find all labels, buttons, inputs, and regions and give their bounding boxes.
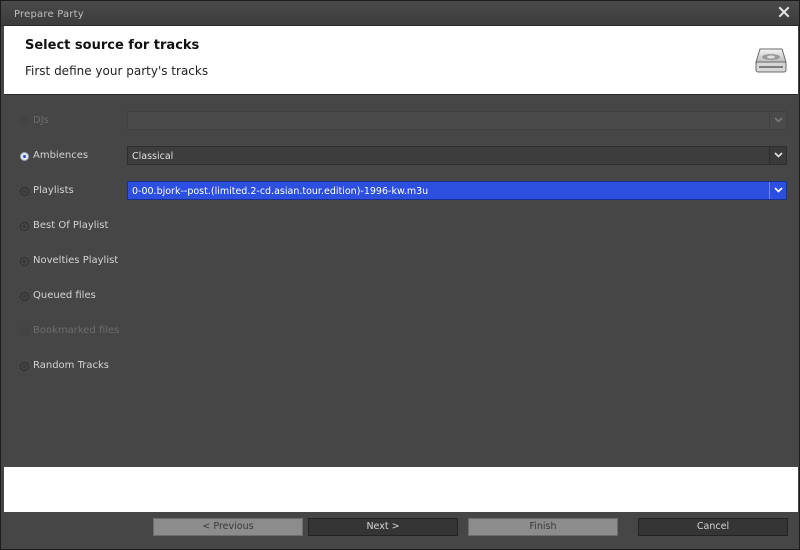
bookmarked-files-label: Bookmarked files (33, 325, 120, 336)
chevron-down-icon[interactable] (769, 147, 786, 164)
cancel-button[interactable]: Cancel (638, 518, 788, 536)
page-title: Select source for tracks (25, 38, 200, 53)
bookmarked-files-radio (20, 327, 29, 336)
best-of-playlist-label[interactable]: Best Of Playlist (33, 220, 108, 231)
option-playlists[interactable]: Playlists 0-00.bjork--post.(limited.2-cd… (4, 181, 798, 201)
ambiences-combo[interactable]: Classical (127, 146, 787, 165)
best-of-playlist-radio[interactable] (20, 222, 29, 231)
playlists-radio[interactable] (20, 187, 29, 196)
source-options: DJs Ambiences Classical Playlists 0-00.b… (4, 96, 798, 466)
playlists-combo-value: 0-00.bjork--post.(limited.2-cd.asian.tou… (132, 186, 429, 197)
playlists-combo[interactable]: 0-00.bjork--post.(limited.2-cd.asian.tou… (127, 181, 787, 200)
queued-files-radio[interactable] (20, 292, 29, 301)
option-best-of-playlist[interactable]: Best Of Playlist (4, 216, 798, 236)
wizard-footer: < Previous Next > Finish Cancel (4, 467, 798, 548)
djs-combo (127, 111, 787, 130)
djs-radio (20, 117, 29, 126)
novelties-playlist-label[interactable]: Novelties Playlist (33, 255, 118, 266)
ambiences-radio[interactable] (20, 152, 29, 161)
random-tracks-label[interactable]: Random Tracks (33, 360, 109, 371)
option-queued-files[interactable]: Queued files (4, 286, 798, 306)
playlists-label[interactable]: Playlists (33, 185, 74, 196)
random-tracks-radio[interactable] (20, 362, 29, 371)
option-random-tracks[interactable]: Random Tracks (4, 356, 798, 376)
chevron-down-icon (769, 112, 786, 129)
drive-icon (754, 46, 788, 76)
djs-label: DJs (33, 115, 49, 126)
ambiences-combo-value: Classical (132, 151, 174, 162)
option-ambiences[interactable]: Ambiences Classical (4, 146, 798, 166)
page-subtitle: First define your party's tracks (25, 64, 209, 78)
ambiences-label[interactable]: Ambiences (33, 150, 88, 161)
chevron-down-icon[interactable] (769, 182, 786, 199)
previous-button: < Previous (153, 518, 303, 536)
option-djs: DJs (4, 111, 798, 131)
novelties-playlist-radio[interactable] (20, 257, 29, 266)
queued-files-label[interactable]: Queued files (33, 290, 96, 301)
title-bar[interactable]: Prepare Party (1, 1, 799, 26)
window-title: Prepare Party (14, 9, 84, 20)
wizard-header: Select source for tracks First define yo… (4, 26, 798, 95)
prepare-party-dialog: Prepare Party Select source for tracks F… (0, 0, 800, 550)
close-icon[interactable] (777, 5, 791, 19)
option-novelties-playlist[interactable]: Novelties Playlist (4, 251, 798, 271)
finish-button: Finish (468, 518, 618, 536)
next-button[interactable]: Next > (308, 518, 458, 536)
option-bookmarked-files: Bookmarked files (4, 321, 798, 341)
